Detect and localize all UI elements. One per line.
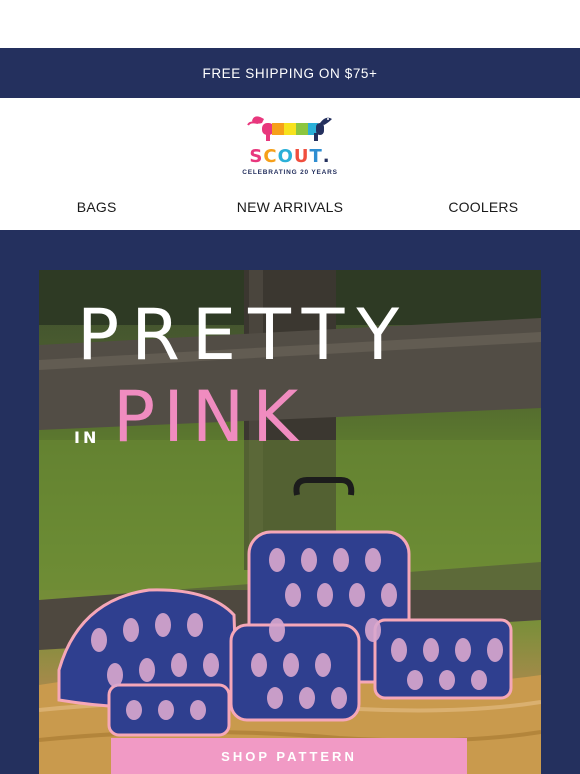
promo-banner[interactable]: FREE SHIPPING ON $75+ — [0, 48, 580, 98]
logo-letter: . — [322, 146, 331, 167]
headline-pretty: PRETTY — [77, 294, 412, 376]
brand-wordmark: SCOUT. — [249, 148, 330, 166]
brand-logo[interactable]: SCOUT. CELEBRATING 20 YEARS — [0, 98, 580, 183]
brand-tagline: CELEBRATING 20 YEARS — [242, 169, 338, 176]
promo-text: FREE SHIPPING ON $75+ — [202, 65, 378, 81]
logo-letter: C — [263, 146, 278, 167]
logo-letter: U — [293, 146, 310, 167]
hero-section: PRETTY IN PINK SHOP PATTERN — [0, 230, 580, 774]
nav-item-coolers[interactable]: COOLERS — [387, 199, 580, 215]
logo-letter: S — [249, 146, 264, 167]
main-nav: BAGS NEW ARRIVALS COOLERS — [0, 183, 580, 230]
hero-image[interactable]: PRETTY IN PINK SHOP PATTERN — [39, 270, 541, 774]
nav-item-bags[interactable]: BAGS — [0, 199, 193, 215]
nav-item-new-arrivals[interactable]: NEW ARRIVALS — [193, 199, 386, 215]
dachshund-logo-icon — [247, 116, 332, 141]
top-spacer — [0, 0, 580, 48]
headline-pink: PINK — [113, 376, 307, 458]
logo-letter: T — [309, 146, 323, 167]
headline-in: IN — [74, 428, 100, 447]
logo-letter: O — [277, 146, 294, 167]
shop-pattern-button[interactable]: SHOP PATTERN — [111, 738, 467, 774]
